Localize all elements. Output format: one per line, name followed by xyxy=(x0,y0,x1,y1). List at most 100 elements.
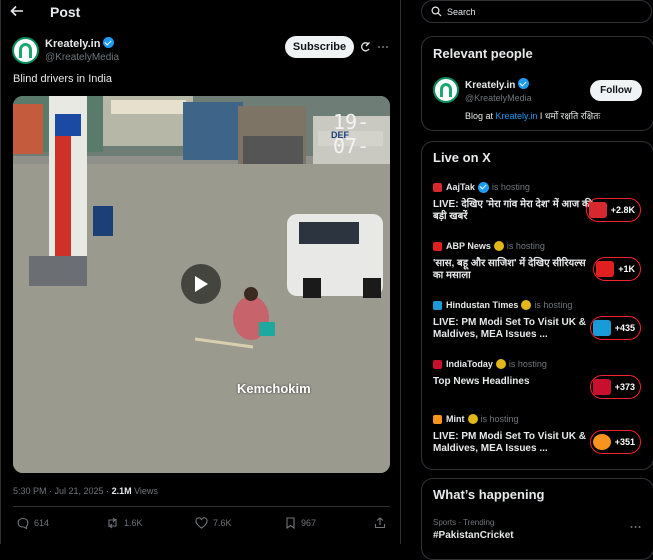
reply-icon xyxy=(17,517,29,529)
live-item[interactable]: Hindustan Times is hosting LIVE: PM Modi … xyxy=(433,299,645,341)
gold-badge-icon xyxy=(521,300,532,310)
gold-badge-icon xyxy=(495,359,506,369)
live-count: +351 xyxy=(614,437,635,447)
reply-count: 614 xyxy=(34,518,50,528)
live-thumb-icon xyxy=(592,379,611,395)
live-item[interactable]: AajTak is hosting LIVE: देखिए 'मेरा गांव … xyxy=(433,181,645,223)
live-count: +435 xyxy=(614,323,635,333)
relevant-name: Kreately.in xyxy=(465,80,516,91)
host-logo-icon xyxy=(433,241,442,251)
play-icon xyxy=(195,276,208,292)
more-options-button[interactable] xyxy=(377,41,389,53)
live-on-x-title: Live on X xyxy=(433,150,491,165)
author-handle[interactable]: @KreatelyMedia xyxy=(45,52,119,63)
hosting-label: is hosting xyxy=(534,300,573,310)
bio-suffix: I धर्मो रक्षति रक्षितः xyxy=(537,111,601,121)
back-arrow-icon xyxy=(10,5,23,17)
host-name: AajTak xyxy=(446,182,475,192)
live-title: LIVE: PM Modi Set To Visit UK & Maldives… xyxy=(433,431,586,454)
trend-category: Sports · Trending xyxy=(433,518,495,527)
host-logo-icon xyxy=(433,182,442,192)
reply-button[interactable]: 614 xyxy=(17,517,49,529)
live-item[interactable]: Mint is hosting LIVE: PM Modi Set To Visi… xyxy=(433,413,645,455)
play-button[interactable] xyxy=(181,264,221,304)
post-meta: 5:30 PM · Jul 21, 2025 · 2.1M Views xyxy=(13,486,158,496)
share-icon xyxy=(374,517,386,529)
gold-badge-icon xyxy=(493,241,504,251)
views-label: Views xyxy=(131,486,158,496)
live-item[interactable]: ABP News is hosting 'सास, बहू और साजिश' म… xyxy=(433,240,645,282)
follow-button[interactable]: Follow xyxy=(590,80,642,101)
video-banner-text: DEF xyxy=(331,130,349,140)
hosting-label: is hosting xyxy=(491,182,530,192)
live-item[interactable]: IndiaToday is hosting Top News Headlines … xyxy=(433,358,645,399)
verified-badge-icon xyxy=(518,78,530,89)
live-count: +2.8K xyxy=(610,205,635,215)
search-icon xyxy=(431,6,442,17)
more-icon xyxy=(630,526,641,528)
bio-prefix: Blog at xyxy=(465,111,496,121)
share-button[interactable] xyxy=(374,517,391,529)
verified-badge-icon xyxy=(477,181,489,193)
host-name: Mint xyxy=(446,414,465,424)
live-listeners-badge[interactable]: +351 xyxy=(589,430,641,454)
whats-happening-title: What’s happening xyxy=(433,487,545,502)
host-logo-icon xyxy=(433,414,442,424)
post-text: Blind drivers in India xyxy=(13,73,113,85)
bookmark-icon xyxy=(286,517,295,529)
repost-icon xyxy=(108,517,117,529)
hosting-label: is hosting xyxy=(506,241,545,251)
post-timestamp[interactable]: 5:30 PM · Jul 21, 2025 · xyxy=(13,486,112,496)
relevant-avatar[interactable] xyxy=(433,77,459,103)
host-name: ABP News xyxy=(446,241,491,251)
live-title: 'सास, बहू और साजिश' में देखिए सीरियल्स क… xyxy=(433,258,586,281)
live-thumb-icon xyxy=(592,434,611,450)
repost-button[interactable]: 1.6K xyxy=(106,517,143,529)
relevant-bio: Blog at Kreately.in I धर्मो रक्षति रक्षि… xyxy=(465,109,600,122)
views-count: 2.1M xyxy=(111,486,132,496)
verified-badge-icon xyxy=(103,37,115,48)
grok-button[interactable] xyxy=(359,41,371,53)
back-button[interactable] xyxy=(10,3,30,19)
like-button[interactable]: 7.6K xyxy=(195,517,232,529)
video-watermark: Kemchokim xyxy=(237,381,311,396)
post-video[interactable]: 19-07- DEF Kemchokim xyxy=(13,96,390,473)
bio-link[interactable]: Kreately.in xyxy=(496,111,538,121)
live-listeners-badge[interactable]: +2.8K xyxy=(585,198,641,222)
live-thumb-icon xyxy=(588,202,607,218)
like-count: 7.6K xyxy=(213,518,232,528)
host-logo-icon xyxy=(433,300,442,310)
live-thumb-icon xyxy=(596,261,615,277)
page-title: Post xyxy=(50,4,81,20)
host-logo-icon xyxy=(433,359,442,369)
author-avatar[interactable] xyxy=(12,37,39,64)
relevant-handle[interactable]: @KreatelyMedia xyxy=(465,93,532,103)
grok-icon xyxy=(361,42,370,52)
live-listeners-badge[interactable]: +373 xyxy=(589,375,641,399)
author-name: Kreately.in xyxy=(45,38,101,50)
gold-badge-icon xyxy=(467,414,478,424)
relevant-people-title: Relevant people xyxy=(433,46,533,61)
more-icon xyxy=(378,46,388,48)
author-name-row[interactable]: Kreately.in xyxy=(45,37,115,50)
live-listeners-badge[interactable]: +1K xyxy=(593,257,641,281)
live-count: +373 xyxy=(614,382,635,392)
relevant-name-row[interactable]: Kreately.in xyxy=(465,78,530,91)
trend-name[interactable]: #PakistanCricket xyxy=(433,530,514,541)
search-box[interactable]: Search xyxy=(421,0,652,23)
trend-more-button[interactable] xyxy=(630,519,641,534)
live-listeners-badge[interactable]: +435 xyxy=(589,316,641,340)
hosting-label: is hosting xyxy=(480,414,519,424)
bookmark-button[interactable]: 967 xyxy=(285,517,316,529)
host-name: Hindustan Times xyxy=(446,300,519,310)
search-input[interactable]: Search xyxy=(447,7,476,17)
host-name: IndiaToday xyxy=(446,359,493,369)
live-title: LIVE: देखिए 'मेरा गांव मेरा देश' में आज … xyxy=(433,199,593,222)
heart-icon xyxy=(195,517,208,529)
hosting-label: is hosting xyxy=(508,359,547,369)
subscribe-button[interactable]: Subscribe xyxy=(285,36,354,58)
live-count: +1K xyxy=(618,264,635,274)
live-thumb-icon xyxy=(592,320,611,336)
live-title: LIVE: PM Modi Set To Visit UK & Maldives… xyxy=(433,317,586,340)
bookmark-count: 967 xyxy=(301,518,317,528)
